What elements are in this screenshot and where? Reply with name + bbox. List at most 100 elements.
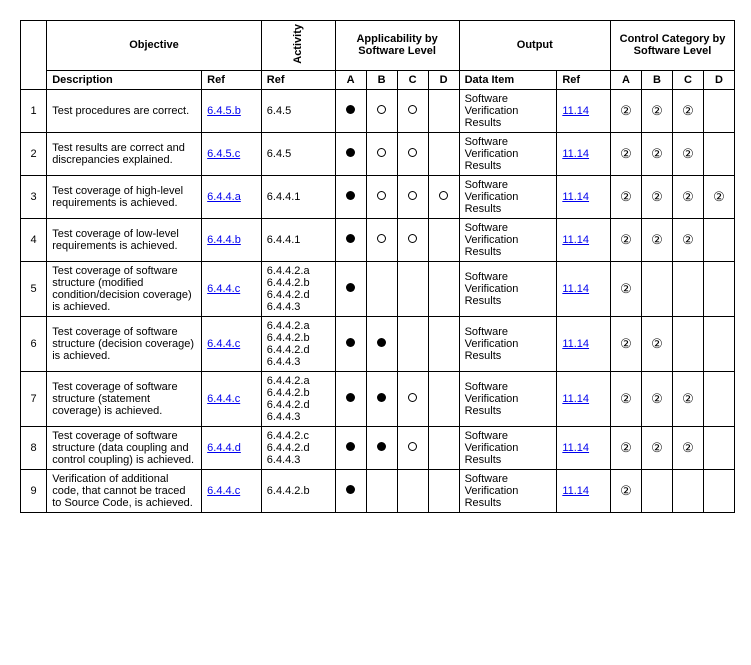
- control-C: ②: [672, 371, 703, 426]
- applic-C: [397, 426, 428, 469]
- control-C: [672, 316, 703, 371]
- obj-ref-link[interactable]: 6.4.5.c: [207, 148, 240, 160]
- table-row: 7 Test coverage of software structure (s…: [21, 371, 735, 426]
- out-ref-link[interactable]: 11.14: [562, 393, 589, 405]
- row-data-item: Software Verification Results: [459, 132, 557, 175]
- obj-ref-link[interactable]: 6.4.4.d: [207, 442, 241, 454]
- control-A: ②: [610, 89, 641, 132]
- applic-D: [428, 261, 459, 316]
- dot-filled-icon: [346, 105, 355, 114]
- obj-ref-link[interactable]: 6.4.4.c: [207, 338, 240, 350]
- applic-B: [366, 469, 397, 512]
- applic-B: [366, 218, 397, 261]
- row-description: Test coverage of software structure (dat…: [47, 426, 202, 469]
- control-B: ②: [641, 316, 672, 371]
- out-ref-link[interactable]: 11.14: [562, 234, 589, 246]
- row-out-ref: 11.14: [557, 371, 611, 426]
- row-number: 9: [21, 469, 47, 512]
- applic-D: [428, 132, 459, 175]
- out-ref-link[interactable]: 11.14: [562, 485, 589, 497]
- obj-ref-link[interactable]: 6.4.4.c: [207, 283, 240, 295]
- row-obj-ref: 6.4.4.c: [202, 316, 262, 371]
- row-number: 5: [21, 261, 47, 316]
- applic-C: [397, 371, 428, 426]
- applic-B: [366, 89, 397, 132]
- row-out-ref: 11.14: [557, 218, 611, 261]
- applic-A: [335, 261, 366, 316]
- applic-D: [428, 316, 459, 371]
- control-D: [703, 426, 734, 469]
- row-description: Test coverage of software structure (sta…: [47, 371, 202, 426]
- applic-C: [397, 89, 428, 132]
- dot-filled-icon: [346, 442, 355, 451]
- applic-B: [366, 316, 397, 371]
- control-D: [703, 132, 734, 175]
- dot-filled-icon: [346, 234, 355, 243]
- table-row: 4 Test coverage of low-level requirement…: [21, 218, 735, 261]
- row-obj-ref: 6.4.4.d: [202, 426, 262, 469]
- control-B: ②: [641, 175, 672, 218]
- control-B: ②: [641, 132, 672, 175]
- dot-filled-icon: [346, 393, 355, 402]
- row-data-item: Software Verification Results: [459, 316, 557, 371]
- row-description: Test coverage of low-level requirements …: [47, 218, 202, 261]
- applic-A: [335, 316, 366, 371]
- dot-open-icon: [408, 234, 417, 243]
- row-activity-ref: 6.4.5: [261, 132, 335, 175]
- control-A: ②: [610, 371, 641, 426]
- row-data-item: Software Verification Results: [459, 89, 557, 132]
- obj-ref-link[interactable]: 6.4.5.b: [207, 105, 241, 117]
- obj-ref-link[interactable]: 6.4.4.c: [207, 393, 240, 405]
- control-D: [703, 371, 734, 426]
- control-D: [703, 316, 734, 371]
- control-C: ②: [672, 426, 703, 469]
- row-data-item: Software Verification Results: [459, 261, 557, 316]
- control-A: ②: [610, 261, 641, 316]
- applic-A: [335, 426, 366, 469]
- control-A: ②: [610, 218, 641, 261]
- control-B: ②: [641, 218, 672, 261]
- control-B: [641, 261, 672, 316]
- dot-open-icon: [377, 148, 386, 157]
- out-ref-link[interactable]: 11.14: [562, 191, 589, 203]
- row-description: Test procedures are correct.: [47, 89, 202, 132]
- dot-open-icon: [439, 191, 448, 200]
- control-C: ②: [672, 218, 703, 261]
- row-obj-ref: 6.4.5.c: [202, 132, 262, 175]
- control-C: [672, 469, 703, 512]
- row-activity-ref: 6.4.4.1: [261, 175, 335, 218]
- obj-ref-link[interactable]: 6.4.4.a: [207, 191, 241, 203]
- row-number: 4: [21, 218, 47, 261]
- out-ref-link[interactable]: 11.14: [562, 105, 589, 117]
- row-activity-ref: 6.4.5: [261, 89, 335, 132]
- row-data-item: Software Verification Results: [459, 426, 557, 469]
- table-row: 2 Test results are correct and discrepan…: [21, 132, 735, 175]
- out-ref-link[interactable]: 11.14: [562, 442, 589, 454]
- applic-C: [397, 218, 428, 261]
- row-description: Test coverage of software structure (mod…: [47, 261, 202, 316]
- obj-ref-link[interactable]: 6.4.4.b: [207, 234, 241, 246]
- row-activity-ref: 6.4.4.1: [261, 218, 335, 261]
- out-ref-link[interactable]: 11.14: [562, 148, 589, 160]
- dot-filled-icon: [346, 283, 355, 292]
- applic-D: [428, 426, 459, 469]
- row-obj-ref: 6.4.4.c: [202, 469, 262, 512]
- row-number: 3: [21, 175, 47, 218]
- row-description: Test results are correct and discrepanci…: [47, 132, 202, 175]
- row-description: Test coverage of software structure (dec…: [47, 316, 202, 371]
- control-D: [703, 469, 734, 512]
- dot-open-icon: [408, 105, 417, 114]
- table-row: 1 Test procedures are correct. 6.4.5.b 6…: [21, 89, 735, 132]
- out-ref-link[interactable]: 11.14: [562, 338, 589, 350]
- row-out-ref: 11.14: [557, 175, 611, 218]
- row-number: 6: [21, 316, 47, 371]
- dot-filled-icon: [346, 485, 355, 494]
- dot-filled-icon: [377, 442, 386, 451]
- row-out-ref: 11.14: [557, 316, 611, 371]
- row-out-ref: 11.14: [557, 89, 611, 132]
- out-ref-link[interactable]: 11.14: [562, 283, 589, 295]
- applic-C: [397, 469, 428, 512]
- control-B: [641, 469, 672, 512]
- obj-ref-link[interactable]: 6.4.4.c: [207, 485, 240, 497]
- dot-filled-icon: [346, 338, 355, 347]
